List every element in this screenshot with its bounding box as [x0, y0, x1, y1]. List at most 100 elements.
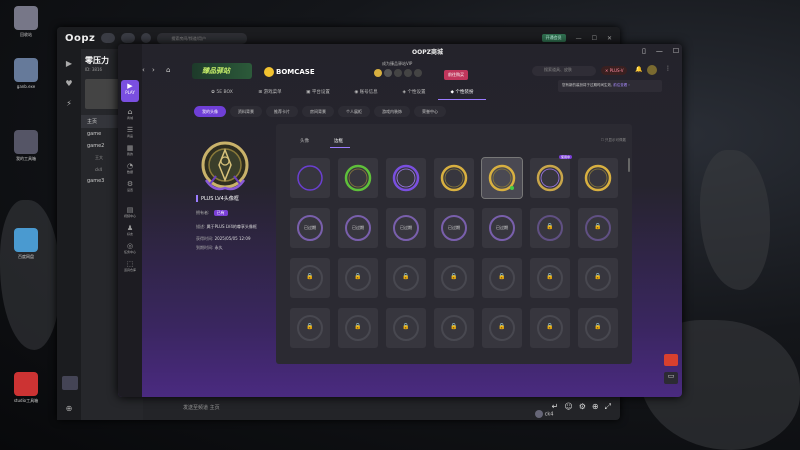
store-subtab[interactable]: 游戏内装饰 [374, 106, 410, 117]
flash-icon[interactable]: ⚡ [64, 99, 74, 109]
plus-level-badge[interactable]: ✕ PLUS-V [601, 66, 628, 75]
left-nav-item[interactable]: ⌂ 商城 [120, 108, 140, 120]
show-wearable-checkbox[interactable]: ☐ 只显示可佩戴 [601, 138, 626, 143]
notice-tooltip[interactable]: 您有新的装扮将于过期时间生效, 前往查看 › [558, 80, 662, 92]
more-icon[interactable]: ⋮ [665, 65, 671, 72]
frame-cell[interactable]: 🔒 [338, 258, 378, 298]
tab-frame[interactable]: 边框 [334, 138, 343, 144]
store-search-input[interactable]: 搜索道具、皮肤 [532, 66, 596, 76]
frame-cell[interactable]: 🔒 [434, 258, 474, 298]
frame-cell[interactable]: 🔒 [578, 208, 618, 248]
expand-icon[interactable]: ⤢ [605, 402, 611, 412]
frame-cell[interactable]: 🔒 [338, 308, 378, 348]
add-server-icon[interactable]: ⊕ [64, 404, 74, 414]
store-subtab[interactable]: 荣誉中心 [414, 106, 446, 117]
mini-app-icon[interactable] [62, 376, 78, 390]
frame-cell[interactable] [386, 158, 426, 198]
back-icon[interactable]: ‹ [142, 66, 145, 74]
play-button[interactable]: ▶ PLAY [121, 80, 139, 102]
expired-label: 已过期 [352, 225, 364, 230]
minimize-icon[interactable]: — [576, 35, 582, 42]
frame-cell[interactable] [481, 157, 523, 199]
buy-vip-button[interactable]: 前往购买 [444, 70, 468, 80]
frame-cell[interactable]: 🔒 [386, 258, 426, 298]
frame-cell[interactable]: 🔒 [530, 308, 570, 348]
left-nav-item[interactable]: ⚙ 设置 [120, 180, 140, 192]
left-nav-item[interactable]: ☰ 商品 [120, 126, 140, 138]
store-nav-tab[interactable]: ⊞ 游戏菜单 [246, 86, 294, 100]
lock-icon: 🔒 [594, 323, 602, 330]
desktop-icon-ganb[interactable]: ganb.exe [8, 58, 44, 89]
frame-cell[interactable] [338, 158, 378, 198]
frame-cell[interactable]: 🔒 [530, 208, 570, 248]
left-nav-item[interactable]: ◎ 任务中心 [120, 242, 140, 254]
emoji-icon[interactable]: ☺ [564, 402, 572, 412]
desktop-icon-toolbox[interactable]: 我的工具箱 [8, 130, 44, 162]
frame-cell[interactable]: 已过期 [434, 208, 474, 248]
play-icon[interactable]: ▶ [64, 59, 74, 69]
shirt-icon[interactable]: ▯ [642, 47, 646, 55]
store-subtab[interactable]: 我的头像 [194, 106, 226, 117]
chat-input[interactable]: 发送至频道 主页 [183, 404, 220, 411]
left-nav-item[interactable]: ⬚ 道具仓库 [120, 260, 140, 272]
left-nav-item[interactable]: ▤ 视频中心 [120, 206, 140, 218]
maximize-icon[interactable]: ☐ [673, 47, 679, 55]
chat-user[interactable]: ck4 [535, 410, 553, 418]
avatar[interactable] [647, 65, 657, 75]
banner-bomcase[interactable]: BOMCASE [264, 63, 326, 79]
frame-cell[interactable]: 已过期 [290, 208, 330, 248]
frame-cell[interactable]: 🔒 [530, 258, 570, 298]
settings-icon[interactable]: ⚙ [579, 402, 586, 412]
home-icon[interactable]: ⌂ [166, 66, 170, 74]
desktop-icon-studio[interactable]: studio工具箱 [8, 372, 44, 404]
tab-avatar[interactable]: 头像 [300, 138, 309, 144]
oopz-search-input[interactable]: 搜索房间/频道/用户 [157, 32, 248, 44]
frame-cell[interactable]: 🔒 [482, 258, 522, 298]
mic-icon[interactable] [101, 33, 116, 43]
view-link[interactable]: 前往查看 › [613, 83, 630, 87]
store-subtab[interactable]: 房间背景 [302, 106, 334, 117]
store-subtab[interactable]: 推荐卡片 [266, 106, 298, 117]
frame-cell[interactable] [290, 158, 330, 198]
maximize-icon[interactable]: ☐ [592, 35, 597, 42]
desktop-icon-recycle-bin[interactable]: 回收站 [8, 6, 44, 38]
store-subtab[interactable]: 资料背景 [230, 106, 262, 117]
frame-cell[interactable]: 🔒 [434, 308, 474, 348]
store-nav-tab[interactable]: ◆ 个性装扮 [438, 86, 486, 100]
heart-icon[interactable]: ♥ [64, 79, 74, 89]
forward-icon[interactable]: › [152, 66, 155, 74]
desktop-icon-baidu-pan[interactable]: 百度网盘 [8, 228, 44, 260]
frame-cell[interactable] [578, 158, 618, 198]
headset-icon[interactable] [121, 33, 136, 43]
user-avatar[interactable] [141, 33, 152, 43]
frame-cell[interactable]: 🔒 [578, 308, 618, 348]
frame-cell[interactable]: 已过期 [338, 208, 378, 248]
gift-icon[interactable] [664, 354, 678, 366]
open-membership-button[interactable]: 开通会员 [541, 34, 566, 42]
store-nav-tab[interactable]: ◈ 个性设置 [390, 86, 438, 100]
store-nav-tab[interactable]: ▣ 平台设置 [294, 86, 342, 100]
frame-cell[interactable]: 使用中 [530, 155, 572, 198]
store-subtab[interactable]: 个人展柜 [338, 106, 370, 117]
frame-cell[interactable]: 🔒 [290, 308, 330, 348]
frame-cell[interactable]: 🔒 [482, 308, 522, 348]
bell-icon[interactable]: 🔔 [635, 66, 642, 73]
frame-cell[interactable]: 已过期 [386, 208, 426, 248]
frame-cell[interactable]: 已过期 [482, 208, 522, 248]
frame-cell[interactable]: 🔒 [386, 308, 426, 348]
selected-check-icon [510, 186, 514, 190]
left-nav-item[interactable]: ▦ 我的 [120, 144, 140, 156]
banner-zhenpin[interactable]: 臻品驿站 [192, 63, 252, 79]
store-nav-tab[interactable]: ✿ 5E BOX [198, 86, 246, 100]
add-icon[interactable]: ⊕ [592, 402, 599, 412]
frame-cell[interactable]: 🔒 [578, 258, 618, 298]
frame-cell[interactable]: 🔒 [290, 258, 330, 298]
close-icon[interactable]: ✕ [607, 35, 612, 42]
left-nav-item[interactable]: ♟ 好友 [120, 224, 140, 236]
grid-scrollbar[interactable] [628, 158, 630, 172]
store-nav-tab[interactable]: ◉ 账号信息 [342, 86, 390, 100]
chat-icon[interactable]: ▭ [664, 372, 678, 384]
left-nav-item[interactable]: ◔ 数据 [120, 162, 140, 174]
frame-cell[interactable] [434, 158, 474, 198]
minimize-icon[interactable]: — [656, 47, 663, 55]
